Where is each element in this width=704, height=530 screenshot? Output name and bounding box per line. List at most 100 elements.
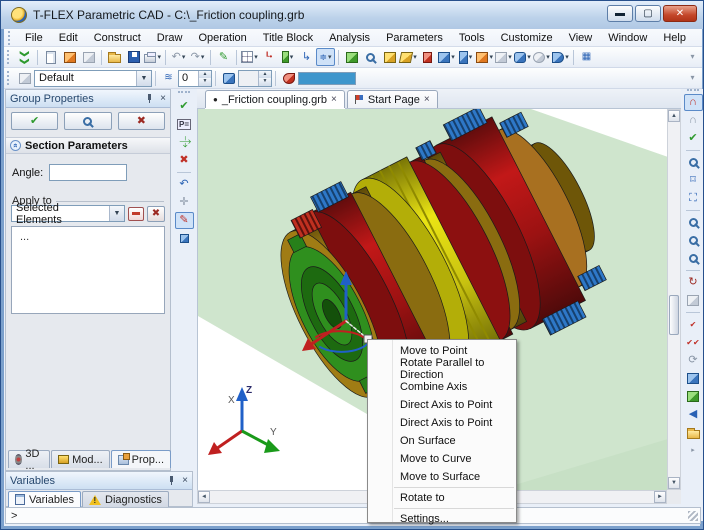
zoom-all-button[interactable]: ⛶ bbox=[684, 190, 703, 207]
collapse-chevrons-icon[interactable]: ❯❯ bbox=[15, 48, 34, 66]
shell-button[interactable]: ▾ bbox=[551, 48, 570, 66]
extrude-button[interactable] bbox=[380, 48, 399, 66]
regenerate-button[interactable]: ⟳ bbox=[684, 352, 703, 369]
assembly-button[interactable]: ▾ bbox=[437, 48, 456, 66]
level-spinner[interactable]: 0 ▲▼ bbox=[178, 70, 212, 87]
configuration-combobox[interactable]: Default ▼ bbox=[34, 70, 152, 87]
snap-options-button[interactable]: ∩ bbox=[684, 112, 703, 129]
check-model-button[interactable]: ✔ bbox=[684, 316, 703, 333]
section-op-button[interactable]: ▾ bbox=[513, 48, 532, 66]
scroll-right-icon[interactable]: ► bbox=[654, 491, 666, 503]
undo-button[interactable]: ↶▾ bbox=[169, 48, 188, 66]
level-up-icon[interactable]: ▲ bbox=[199, 71, 211, 79]
save-button[interactable] bbox=[124, 48, 143, 66]
cancel-button[interactable]: ✖ bbox=[118, 112, 165, 130]
section-plane-button[interactable]: ✎ bbox=[175, 212, 194, 229]
toolbar2-options-button[interactable]: ▾ bbox=[683, 69, 702, 87]
menu-rotate-to[interactable]: Rotate to bbox=[368, 489, 516, 507]
shaded-view-button[interactable] bbox=[684, 370, 703, 387]
blend-button[interactable]: ▾ bbox=[399, 48, 418, 66]
menu-help[interactable]: Help bbox=[655, 30, 694, 46]
pattern-button[interactable]: ▾ bbox=[475, 48, 494, 66]
menu-move-to-curve[interactable]: Move to Curve bbox=[368, 450, 516, 468]
pin-icon[interactable] bbox=[145, 94, 154, 103]
vertical-scrollbar[interactable]: ▲ ▼ bbox=[667, 109, 681, 490]
remove-element-button[interactable] bbox=[128, 207, 144, 221]
menu-window[interactable]: Window bbox=[600, 30, 655, 46]
confirm-button[interactable]: ✔ bbox=[175, 98, 194, 115]
tab-start-close-icon[interactable]: × bbox=[424, 94, 430, 105]
preview-button[interactable] bbox=[64, 112, 111, 130]
move-axes-button[interactable]: ↳ bbox=[297, 48, 316, 66]
menu-settings[interactable]: Settings... bbox=[368, 510, 516, 528]
tab-3d-model[interactable]: 3D ... bbox=[8, 450, 50, 468]
variables-close-icon[interactable]: × bbox=[182, 475, 188, 486]
color-button[interactable] bbox=[279, 69, 298, 87]
material-button[interactable]: ◀ bbox=[684, 406, 703, 423]
menu-view[interactable]: View bbox=[561, 30, 601, 46]
rotate-elements-button[interactable] bbox=[175, 230, 194, 247]
direction-button[interactable]: ▾ bbox=[278, 48, 297, 66]
open-scene-button[interactable] bbox=[684, 424, 703, 441]
tab-friction-close-icon[interactable]: × bbox=[331, 94, 337, 105]
close-button[interactable]: ✕ bbox=[663, 5, 697, 22]
sketch-button[interactable]: ✎ bbox=[214, 48, 233, 66]
zoom-window-button[interactable]: ⌑ bbox=[684, 172, 703, 189]
snap-confirm-button[interactable]: ✔ bbox=[684, 130, 703, 147]
variables-pin-icon[interactable] bbox=[167, 476, 176, 485]
clear-list-button[interactable]: ✖ bbox=[147, 206, 165, 222]
new-from-template-button[interactable] bbox=[79, 48, 98, 66]
panel-close-icon[interactable]: × bbox=[160, 93, 166, 104]
menu-move-to-surface[interactable]: Move to Surface bbox=[368, 468, 516, 486]
toolbar-options-button[interactable]: ▾ bbox=[683, 48, 702, 66]
config-box-button[interactable] bbox=[15, 69, 34, 87]
tab-variables[interactable]: Variables bbox=[8, 491, 81, 508]
sphere-op-button[interactable]: ▾ bbox=[532, 48, 551, 66]
open-button[interactable] bbox=[105, 48, 124, 66]
fragment-button[interactable] bbox=[342, 48, 361, 66]
zoom-in-button[interactable] bbox=[684, 154, 703, 171]
configuration-dropdown-icon[interactable]: ▼ bbox=[136, 71, 151, 86]
menu-customize[interactable]: Customize bbox=[493, 30, 561, 46]
command-prompt[interactable]: > bbox=[5, 507, 701, 524]
minimize-button[interactable]: ▬ bbox=[607, 5, 633, 22]
vertical-scroll-thumb[interactable] bbox=[669, 295, 679, 335]
priority-spinner[interactable]: ▲▼ bbox=[238, 70, 272, 87]
ok-button[interactable]: ✔ bbox=[11, 112, 58, 130]
menu-analysis[interactable]: Analysis bbox=[321, 30, 378, 46]
parameters-button[interactable]: P= bbox=[175, 116, 194, 133]
tab-diagnostics[interactable]: Diagnostics bbox=[82, 491, 169, 508]
priority-up-icon[interactable]: ▲ bbox=[259, 71, 271, 79]
select-direction-button[interactable]: ⤮ bbox=[175, 134, 194, 151]
redo-button[interactable]: ↷▾ bbox=[188, 48, 207, 66]
scroll-left-icon[interactable]: ◄ bbox=[198, 491, 210, 503]
revolve-button[interactable] bbox=[418, 48, 437, 66]
menu-title-block[interactable]: Title Block bbox=[255, 30, 321, 46]
menu-draw[interactable]: Draw bbox=[149, 30, 191, 46]
apply-to-dropdown-icon[interactable]: ▼ bbox=[109, 206, 124, 221]
menu-tools[interactable]: Tools bbox=[451, 30, 493, 46]
menu-construct[interactable]: Construct bbox=[86, 30, 149, 46]
new-3d-model-button[interactable] bbox=[60, 48, 79, 66]
apply-to-combobox[interactable]: Selected Elements ▼ bbox=[11, 205, 125, 222]
boolean-button[interactable]: ▾ bbox=[494, 48, 513, 66]
menu-rotate-parallel[interactable]: Rotate Parallel to Direction bbox=[368, 360, 516, 378]
align-button[interactable]: ≑▾ bbox=[316, 48, 335, 66]
rotate-view-button[interactable]: ↻ bbox=[684, 274, 703, 291]
toolbar-expand-button[interactable]: ▸ bbox=[684, 442, 703, 459]
elements-listbox[interactable]: ... bbox=[11, 226, 165, 314]
collapse-chevron-icon[interactable]: » bbox=[10, 140, 21, 151]
menu-operation[interactable]: Operation bbox=[190, 30, 254, 46]
find-button[interactable] bbox=[361, 48, 380, 66]
abort-button[interactable]: ✖ bbox=[175, 152, 194, 169]
copy-button[interactable]: ▾ bbox=[456, 48, 475, 66]
print-button[interactable]: ▾ bbox=[143, 48, 162, 66]
section-parameters-header[interactable]: » Section Parameters bbox=[6, 137, 170, 154]
object-snap-button[interactable]: ∩ bbox=[684, 94, 703, 111]
tab-properties[interactable]: Prop... bbox=[111, 450, 171, 468]
wireframe-view-button[interactable] bbox=[684, 388, 703, 405]
menu-edit[interactable]: Edit bbox=[51, 30, 86, 46]
tab-model[interactable]: Mod... bbox=[51, 450, 110, 468]
undo-selection-button[interactable]: ↶ bbox=[175, 176, 194, 193]
menu-parameters[interactable]: Parameters bbox=[378, 30, 451, 46]
